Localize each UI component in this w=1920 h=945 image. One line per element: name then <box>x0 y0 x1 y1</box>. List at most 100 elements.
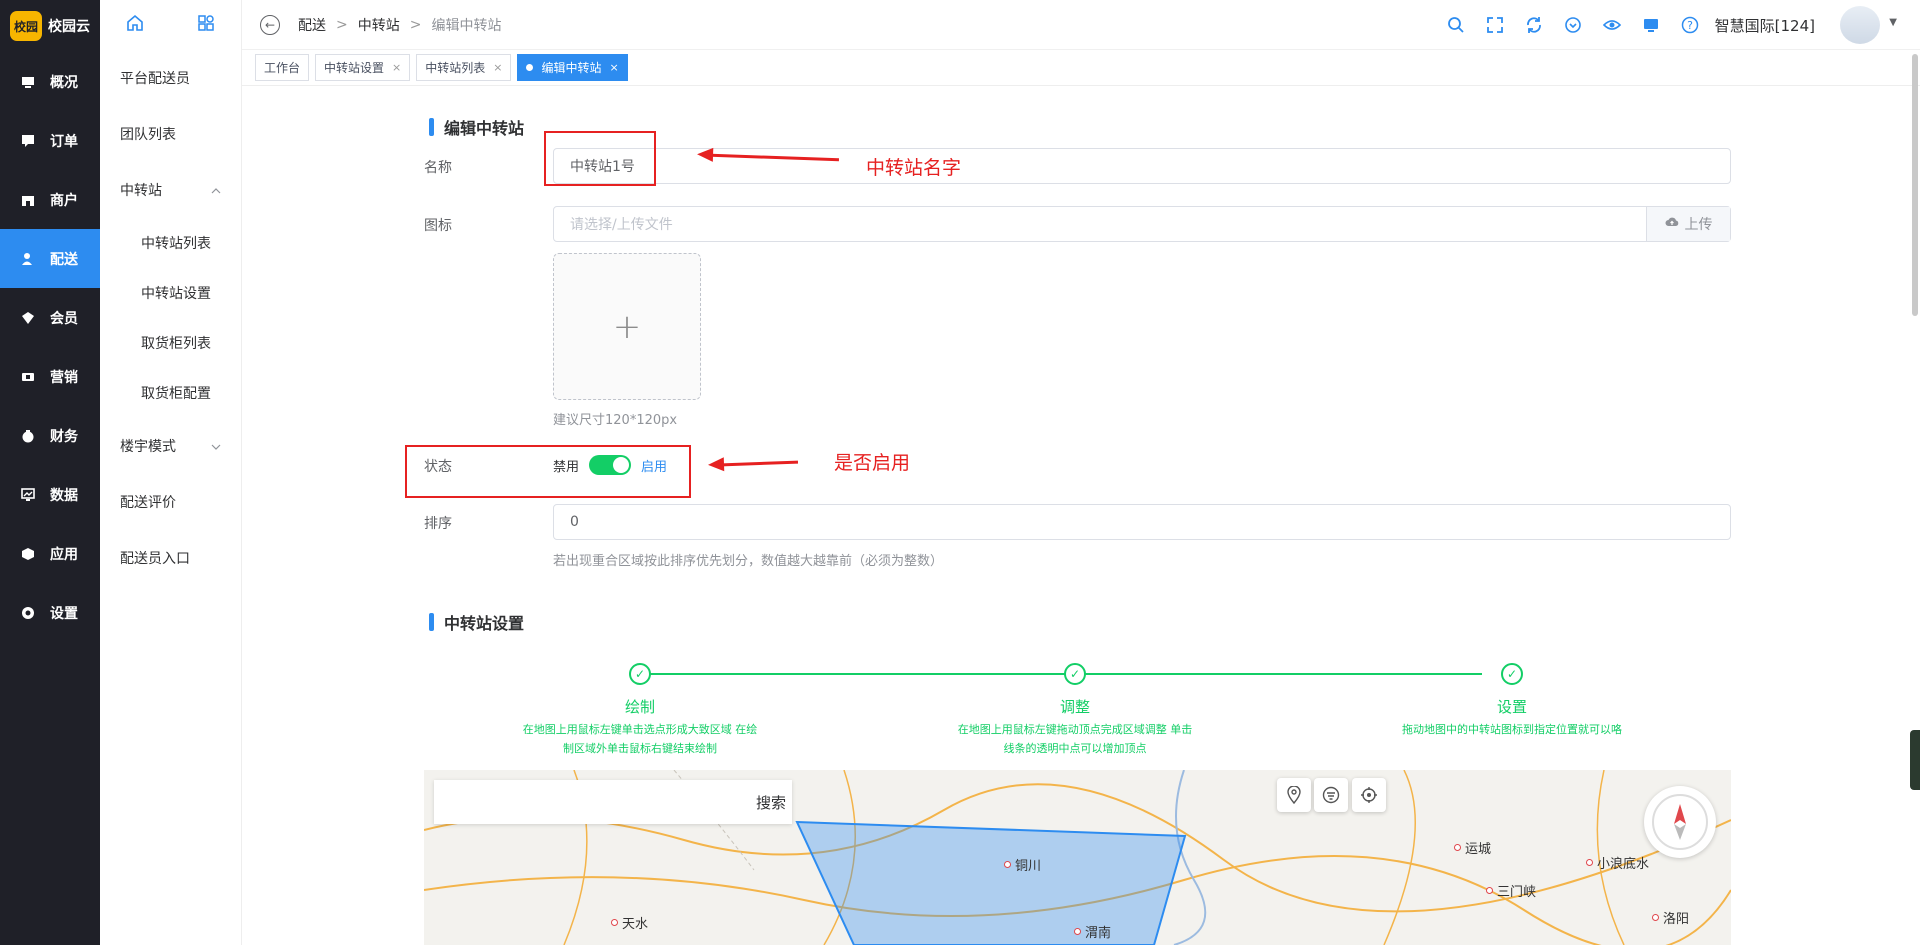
nav-item[interactable]: 数据 <box>0 465 100 524</box>
sub-item-label: 配送员入口 <box>120 551 190 567</box>
tab-label: 编辑中转站 <box>541 61 602 75</box>
upload-button[interactable]: 上传 <box>1646 207 1730 241</box>
nav-item[interactable]: 配送 <box>0 229 100 288</box>
home-icon[interactable] <box>126 14 144 36</box>
logo: 校园 校园云 <box>0 0 100 52</box>
tab-workbench[interactable]: 工作台 <box>255 54 310 81</box>
chevron-up-icon <box>211 182 221 198</box>
map-search-button[interactable]: 搜索 <box>756 792 786 813</box>
sort-input-value: 0 <box>570 514 579 530</box>
map-city-label: 洛阳 <box>1652 908 1689 927</box>
sub-item-label: 团队列表 <box>120 127 176 143</box>
location-pin-icon[interactable] <box>1277 778 1311 812</box>
member-icon <box>20 310 36 326</box>
nav-item-label: 订单 <box>50 133 78 150</box>
store-icon <box>20 192 36 208</box>
breadcrumb-item[interactable]: 中转站 <box>358 15 400 35</box>
annotation-arrow-status <box>721 460 799 467</box>
map-city-label: 渭南 <box>1074 922 1111 941</box>
help-icon[interactable]: ? <box>1680 15 1700 35</box>
sub-item-team-list[interactable]: 团队列表 <box>100 106 241 162</box>
sub-child-locker-list[interactable]: 取货柜列表 <box>100 318 241 368</box>
search-icon[interactable] <box>1446 15 1466 35</box>
step-check-icon: ✓ <box>629 663 651 685</box>
nav-item[interactable]: 财务 <box>0 406 100 465</box>
step-title: 调整 <box>1059 698 1090 716</box>
map-search-box[interactable]: 搜索 <box>434 780 792 824</box>
user-name[interactable]: 智慧国际[124] <box>1715 15 1815 36</box>
nav-item-label: 配送 <box>50 251 78 268</box>
nav-item-label: 财务 <box>50 428 78 445</box>
page-scrollbar[interactable] <box>1912 54 1918 316</box>
fullscreen-icon[interactable] <box>1485 15 1505 35</box>
map-city-label: 铜川 <box>1004 855 1041 874</box>
dropdown-circle-icon[interactable] <box>1563 15 1583 35</box>
annotation-status-text: 是否启用 <box>834 452 911 474</box>
nav-item-label: 会员 <box>50 310 78 327</box>
dashboard-icon <box>20 74 36 90</box>
nav-item[interactable]: 会员 <box>0 288 100 347</box>
sub-sidebar: 平台配送员 团队列表 中转站 中转站列表 中转站设置 取货柜列表 取货柜配置 楼… <box>100 0 242 945</box>
svg-text:?: ? <box>1687 19 1693 32</box>
side-widget-handle[interactable] <box>1910 730 1920 790</box>
drawn-area-polygon[interactable] <box>795 820 1187 945</box>
close-icon[interactable]: × <box>610 61 619 74</box>
icon-file-input[interactable]: 请选择/上传文件 上传 <box>553 206 1731 242</box>
step-check-icon: ✓ <box>1501 663 1523 685</box>
tab-label: 工作台 <box>264 61 301 75</box>
sub-item-transit-station[interactable]: 中转站 <box>100 162 241 218</box>
map-view[interactable]: 搜索 铜川 天水 渭南 运城 三门峡 小浪底水 洛阳 <box>424 770 1731 945</box>
breadcrumb-item[interactable]: 配送 <box>298 15 326 35</box>
nav-item[interactable]: 营销 <box>0 347 100 406</box>
step-desc-line: 在地图上用鼠标左键单击选点形成大致区域 在绘 <box>522 723 758 736</box>
filter-icon[interactable] <box>1314 778 1348 812</box>
locate-target-icon[interactable] <box>1352 778 1386 812</box>
nav-item[interactable]: 应用 <box>0 524 100 583</box>
compass-icon[interactable] <box>1644 786 1716 858</box>
nav-item[interactable]: 概况 <box>0 52 100 111</box>
caret-down-icon[interactable]: ▼ <box>1889 17 1897 28</box>
tab-station-settings[interactable]: 中转站设置 × <box>315 54 411 81</box>
nav-item-label: 概况 <box>50 74 78 91</box>
sub-item-delivery-reviews[interactable]: 配送评价 <box>100 474 241 530</box>
nav-item[interactable]: 商户 <box>0 170 100 229</box>
chevron-down-icon <box>211 438 221 454</box>
back-icon[interactable]: ← <box>260 14 280 35</box>
close-icon[interactable]: × <box>493 61 502 74</box>
avatar[interactable] <box>1840 6 1880 44</box>
icon-label: 图标 <box>424 218 452 234</box>
sub-child-station-settings[interactable]: 中转站设置 <box>100 268 241 318</box>
name-input[interactable]: 中转站1号 <box>553 148 1731 184</box>
eye-icon[interactable] <box>1602 15 1622 35</box>
settings-icon <box>20 605 36 621</box>
nav-item[interactable]: 设置 <box>0 583 100 642</box>
nav-item[interactable]: 订单 <box>0 111 100 170</box>
main-content: 编辑中转站 名称 中转站1号 图标 请选择/上传文件 上传 + 建议尺寸120*… <box>242 86 1920 945</box>
step-check-icon: ✓ <box>1064 663 1086 685</box>
step-desc: 在地图上用鼠标左键单击选点形成大致区域 在绘 制区域外单击鼠标右键结束绘制 <box>510 720 770 758</box>
refresh-icon[interactable] <box>1524 15 1544 35</box>
tab-edit-station[interactable]: 编辑中转站 × <box>517 54 628 81</box>
breadcrumb-separator: > <box>336 16 348 33</box>
breadcrumb: 配送 > 中转站 > 编辑中转站 <box>298 15 501 35</box>
sub-item-platform-couriers[interactable]: 平台配送员 <box>100 50 241 106</box>
breadcrumb-current: 编辑中转站 <box>431 17 502 34</box>
sort-input[interactable]: 0 <box>553 504 1731 540</box>
sub-item-label: 配送评价 <box>120 495 176 511</box>
sub-item-label: 楼宇模式 <box>120 439 176 455</box>
close-icon[interactable]: × <box>392 61 401 74</box>
image-upload-box[interactable]: + <box>553 253 701 400</box>
tab-station-list[interactable]: 中转站列表 × <box>416 54 512 81</box>
sub-item-courier-entry[interactable]: 配送员入口 <box>100 530 241 586</box>
nav-item-label: 数据 <box>50 487 78 504</box>
sort-label: 排序 <box>424 516 452 532</box>
sub-child-station-list[interactable]: 中转站列表 <box>100 218 241 268</box>
step-desc-line: 拖动地图中的中转站图标到指定位置就可以咯 <box>1402 723 1622 736</box>
grid-settings-icon[interactable] <box>197 14 215 36</box>
sub-item-building-mode[interactable]: 楼宇模式 <box>100 418 241 474</box>
step-title: 绘制 <box>624 698 655 716</box>
settings-section-title: 中转站设置 <box>429 610 524 634</box>
sub-child-locker-config[interactable]: 取货柜配置 <box>100 368 241 418</box>
annotation-name-text: 中转站名字 <box>866 157 962 179</box>
monitor-icon[interactable] <box>1641 15 1661 35</box>
